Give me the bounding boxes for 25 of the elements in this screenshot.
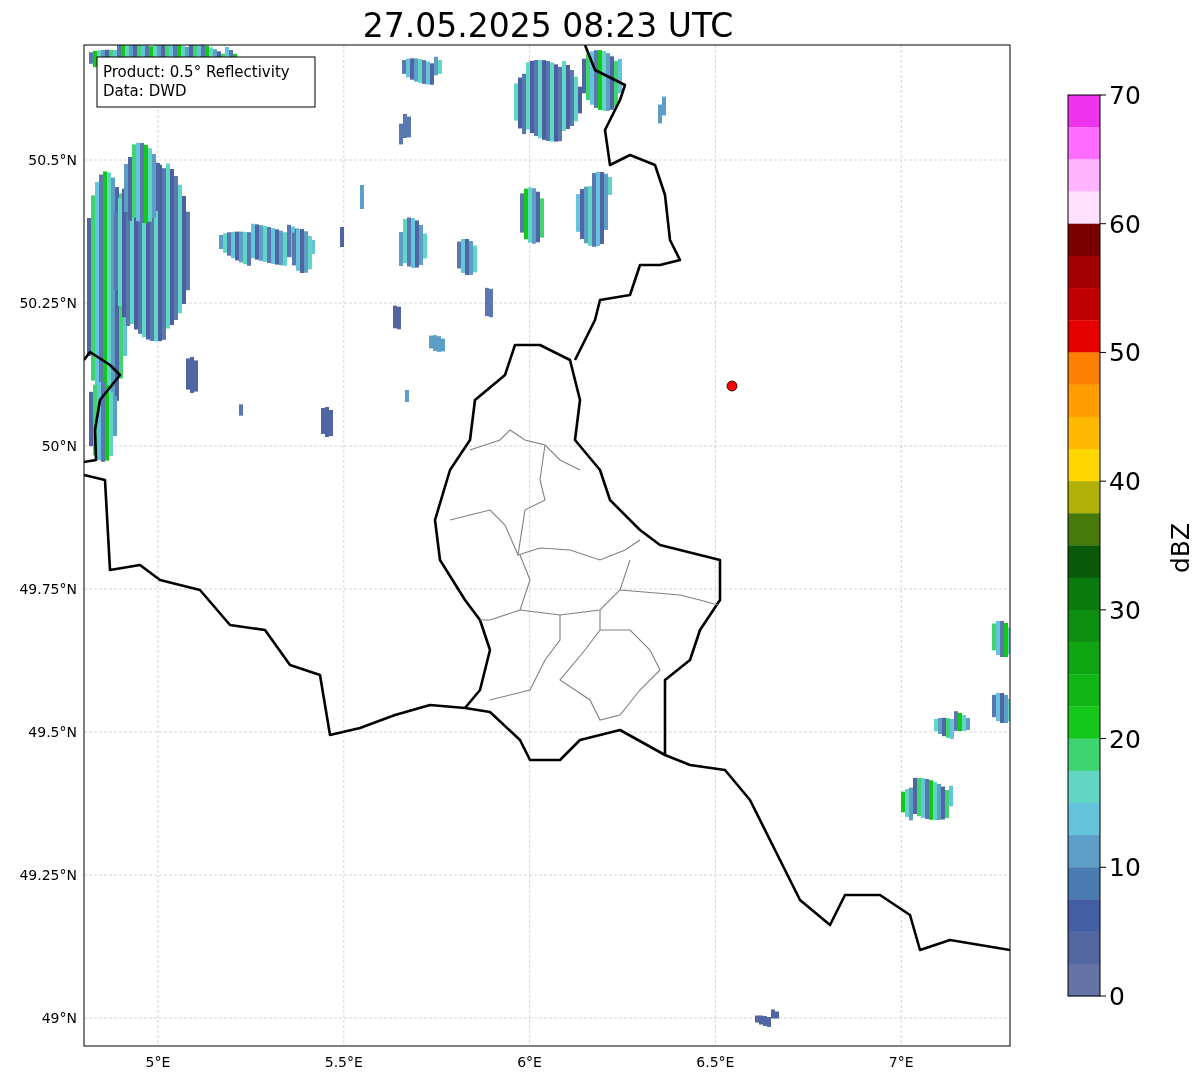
legend-text: Product: 0.5° Reflectivity	[103, 63, 290, 81]
colorbar-label: dBZ	[1166, 522, 1195, 574]
longitude-label: 5.5°E	[324, 1054, 363, 1070]
colorbar-tick-label: 30	[1109, 595, 1141, 625]
legend-text: Data: DWD	[103, 82, 187, 100]
colorbar-tick-label: 10	[1109, 853, 1141, 883]
colorbar-tick-label: 40	[1109, 467, 1141, 497]
longitude-label: 5°E	[145, 1054, 171, 1070]
longitude-label: 6°E	[517, 1054, 542, 1070]
location-marker	[726, 380, 738, 392]
colorbar-tick-label: 70	[1109, 81, 1141, 110]
latitude-label: 49°N	[41, 1010, 77, 1026]
latitude-label: 50°N	[41, 438, 77, 454]
longitude-label: 6.5°E	[696, 1054, 735, 1070]
colorbar-tick-label: 60	[1109, 209, 1141, 239]
latitude-label: 49.25°N	[19, 867, 77, 883]
colorbar-tick-label: 50	[1109, 338, 1141, 368]
latitude-label: 50.25°N	[19, 295, 77, 311]
colorbar-tick-label: 20	[1109, 724, 1141, 754]
latitude-label: 49.5°N	[28, 724, 77, 740]
latitude-label: 50.5°N	[28, 152, 77, 168]
chart-title: 27.05.2025 08:23 UTC	[362, 6, 734, 45]
colorbar-tick-label: 0	[1109, 982, 1125, 1011]
longitude-label: 7°E	[888, 1054, 914, 1070]
latitude-label: 49.75°N	[19, 581, 77, 597]
